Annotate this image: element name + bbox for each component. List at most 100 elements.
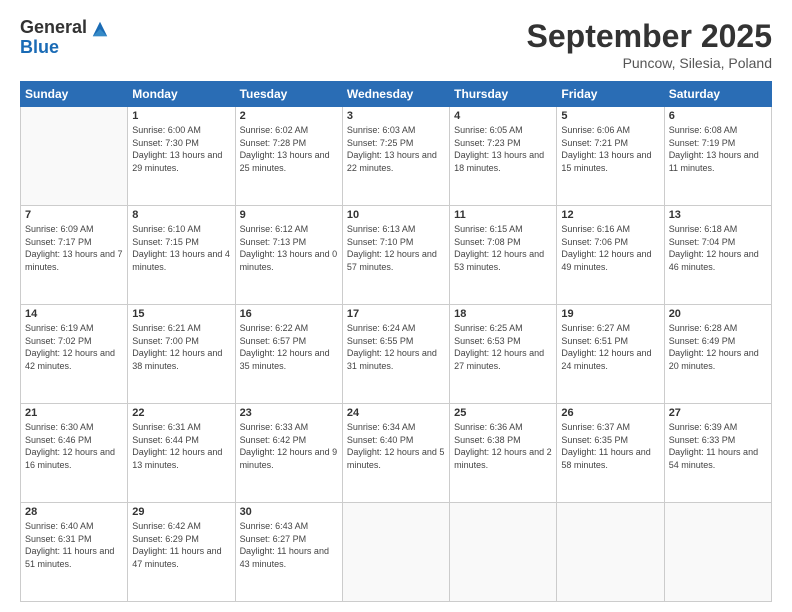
cell-info: Sunrise: 6:09 AMSunset: 7:17 PMDaylight:… bbox=[25, 223, 123, 273]
day-number: 15 bbox=[132, 308, 230, 320]
day-number: 5 bbox=[561, 110, 659, 122]
day-number: 4 bbox=[454, 110, 552, 122]
week-row-5: 28 Sunrise: 6:40 AMSunset: 6:31 PMDayligh… bbox=[21, 503, 772, 602]
cell-info: Sunrise: 6:31 AMSunset: 6:44 PMDaylight:… bbox=[132, 421, 230, 471]
day-number: 11 bbox=[454, 209, 552, 221]
cell-info: Sunrise: 6:42 AMSunset: 6:29 PMDaylight:… bbox=[132, 520, 230, 570]
day-number: 20 bbox=[669, 308, 767, 320]
day-header-sunday: Sunday bbox=[21, 82, 128, 107]
location: Puncow, Silesia, Poland bbox=[527, 55, 772, 71]
week-row-2: 7Sunrise: 6:09 AMSunset: 7:17 PMDaylight… bbox=[21, 206, 772, 305]
day-number: 30 bbox=[240, 506, 338, 518]
cell-info: Sunrise: 6:43 AMSunset: 6:27 PMDaylight:… bbox=[240, 520, 338, 570]
calendar-cell: 7Sunrise: 6:09 AMSunset: 7:17 PMDaylight… bbox=[21, 206, 128, 305]
calendar-cell: 5 Sunrise: 6:06 AMSunset: 7:21 PMDaylight… bbox=[557, 107, 664, 206]
day-number: 28 bbox=[25, 506, 123, 518]
cell-info: Sunrise: 6:18 AMSunset: 7:04 PMDaylight:… bbox=[669, 223, 767, 273]
day-number: 19 bbox=[561, 308, 659, 320]
calendar-cell: 21 Sunrise: 6:30 AMSunset: 6:46 PMDayligh… bbox=[21, 404, 128, 503]
cell-info: Sunrise: 6:00 AMSunset: 7:30 PMDaylight:… bbox=[132, 124, 230, 174]
calendar-cell: 9 Sunrise: 6:12 AMSunset: 7:13 PMDaylight… bbox=[235, 206, 342, 305]
cell-info: Sunrise: 6:40 AMSunset: 6:31 PMDaylight:… bbox=[25, 520, 123, 570]
day-header-friday: Friday bbox=[557, 82, 664, 107]
calendar-cell: 3Sunrise: 6:03 AMSunset: 7:25 PMDaylight… bbox=[342, 107, 449, 206]
calendar-cell: 19 Sunrise: 6:27 AMSunset: 6:51 PMDayligh… bbox=[557, 305, 664, 404]
day-header-wednesday: Wednesday bbox=[342, 82, 449, 107]
day-number: 8 bbox=[132, 209, 230, 221]
cell-info: Sunrise: 6:27 AMSunset: 6:51 PMDaylight:… bbox=[561, 322, 659, 372]
day-number: 14 bbox=[25, 308, 123, 320]
day-number: 26 bbox=[561, 407, 659, 419]
calendar-cell: 26 Sunrise: 6:37 AMSunset: 6:35 PMDayligh… bbox=[557, 404, 664, 503]
day-number: 29 bbox=[132, 506, 230, 518]
week-row-1: 1 Sunrise: 6:00 AMSunset: 7:30 PMDaylight… bbox=[21, 107, 772, 206]
calendar-cell: 22Sunrise: 6:31 AMSunset: 6:44 PMDayligh… bbox=[128, 404, 235, 503]
day-header-monday: Monday bbox=[128, 82, 235, 107]
cell-info: Sunrise: 6:34 AMSunset: 6:40 PMDaylight:… bbox=[347, 421, 445, 471]
day-number: 16 bbox=[240, 308, 338, 320]
day-number: 6 bbox=[669, 110, 767, 122]
day-number: 1 bbox=[132, 110, 230, 122]
calendar-header-row: SundayMondayTuesdayWednesdayThursdayFrid… bbox=[21, 82, 772, 107]
cell-info: Sunrise: 6:19 AMSunset: 7:02 PMDaylight:… bbox=[25, 322, 123, 372]
title-block: September 2025 Puncow, Silesia, Poland bbox=[527, 18, 772, 71]
cell-info: Sunrise: 6:28 AMSunset: 6:49 PMDaylight:… bbox=[669, 322, 767, 372]
calendar-cell bbox=[664, 503, 771, 602]
calendar-cell: 6Sunrise: 6:08 AMSunset: 7:19 PMDaylight… bbox=[664, 107, 771, 206]
calendar-cell: 4Sunrise: 6:05 AMSunset: 7:23 PMDaylight… bbox=[450, 107, 557, 206]
day-number: 25 bbox=[454, 407, 552, 419]
calendar-cell: 10Sunrise: 6:13 AMSunset: 7:10 PMDayligh… bbox=[342, 206, 449, 305]
week-row-4: 21 Sunrise: 6:30 AMSunset: 6:46 PMDayligh… bbox=[21, 404, 772, 503]
calendar: SundayMondayTuesdayWednesdayThursdayFrid… bbox=[20, 81, 772, 602]
cell-info: Sunrise: 6:30 AMSunset: 6:46 PMDaylight:… bbox=[25, 421, 123, 471]
day-number: 9 bbox=[240, 209, 338, 221]
calendar-cell: 27 Sunrise: 6:39 AMSunset: 6:33 PMDayligh… bbox=[664, 404, 771, 503]
calendar-cell: 16Sunrise: 6:22 AMSunset: 6:57 PMDayligh… bbox=[235, 305, 342, 404]
calendar-cell bbox=[21, 107, 128, 206]
cell-info: Sunrise: 6:06 AMSunset: 7:21 PMDaylight:… bbox=[561, 124, 659, 174]
calendar-cell: 14 Sunrise: 6:19 AMSunset: 7:02 PMDayligh… bbox=[21, 305, 128, 404]
calendar-cell: 30 Sunrise: 6:43 AMSunset: 6:27 PMDayligh… bbox=[235, 503, 342, 602]
logo-general: General bbox=[20, 18, 87, 38]
calendar-cell: 15 Sunrise: 6:21 AMSunset: 7:00 PMDayligh… bbox=[128, 305, 235, 404]
day-number: 3 bbox=[347, 110, 445, 122]
day-header-tuesday: Tuesday bbox=[235, 82, 342, 107]
day-header-thursday: Thursday bbox=[450, 82, 557, 107]
calendar-cell bbox=[450, 503, 557, 602]
cell-info: Sunrise: 6:15 AMSunset: 7:08 PMDaylight:… bbox=[454, 223, 552, 273]
month-title: September 2025 bbox=[527, 18, 772, 55]
calendar-cell: 20 Sunrise: 6:28 AMSunset: 6:49 PMDayligh… bbox=[664, 305, 771, 404]
day-number: 23 bbox=[240, 407, 338, 419]
calendar-cell: 25 Sunrise: 6:36 AMSunset: 6:38 PMDayligh… bbox=[450, 404, 557, 503]
day-number: 10 bbox=[347, 209, 445, 221]
cell-info: Sunrise: 6:12 AMSunset: 7:13 PMDaylight:… bbox=[240, 223, 338, 273]
cell-info: Sunrise: 6:02 AMSunset: 7:28 PMDaylight:… bbox=[240, 124, 338, 174]
calendar-cell: 28 Sunrise: 6:40 AMSunset: 6:31 PMDayligh… bbox=[21, 503, 128, 602]
calendar-cell: 18 Sunrise: 6:25 AMSunset: 6:53 PMDayligh… bbox=[450, 305, 557, 404]
header: General Blue September 2025 Puncow, Sile… bbox=[20, 18, 772, 71]
day-number: 21 bbox=[25, 407, 123, 419]
logo: General Blue bbox=[20, 18, 109, 58]
day-number: 12 bbox=[561, 209, 659, 221]
calendar-cell bbox=[557, 503, 664, 602]
cell-info: Sunrise: 6:39 AMSunset: 6:33 PMDaylight:… bbox=[669, 421, 767, 471]
week-row-3: 14 Sunrise: 6:19 AMSunset: 7:02 PMDayligh… bbox=[21, 305, 772, 404]
cell-info: Sunrise: 6:10 AMSunset: 7:15 PMDaylight:… bbox=[132, 223, 230, 273]
day-number: 24 bbox=[347, 407, 445, 419]
page: General Blue September 2025 Puncow, Sile… bbox=[0, 0, 792, 612]
cell-info: Sunrise: 6:24 AMSunset: 6:55 PMDaylight:… bbox=[347, 322, 445, 372]
day-header-saturday: Saturday bbox=[664, 82, 771, 107]
logo-icon bbox=[91, 20, 109, 38]
day-number: 13 bbox=[669, 209, 767, 221]
calendar-cell: 1 Sunrise: 6:00 AMSunset: 7:30 PMDaylight… bbox=[128, 107, 235, 206]
cell-info: Sunrise: 6:37 AMSunset: 6:35 PMDaylight:… bbox=[561, 421, 659, 471]
calendar-cell: 8 Sunrise: 6:10 AMSunset: 7:15 PMDaylight… bbox=[128, 206, 235, 305]
cell-info: Sunrise: 6:33 AMSunset: 6:42 PMDaylight:… bbox=[240, 421, 338, 471]
calendar-cell: 17Sunrise: 6:24 AMSunset: 6:55 PMDayligh… bbox=[342, 305, 449, 404]
day-number: 27 bbox=[669, 407, 767, 419]
calendar-cell: 12Sunrise: 6:16 AMSunset: 7:06 PMDayligh… bbox=[557, 206, 664, 305]
cell-info: Sunrise: 6:25 AMSunset: 6:53 PMDaylight:… bbox=[454, 322, 552, 372]
cell-info: Sunrise: 6:21 AMSunset: 7:00 PMDaylight:… bbox=[132, 322, 230, 372]
day-number: 18 bbox=[454, 308, 552, 320]
cell-info: Sunrise: 6:36 AMSunset: 6:38 PMDaylight:… bbox=[454, 421, 552, 471]
